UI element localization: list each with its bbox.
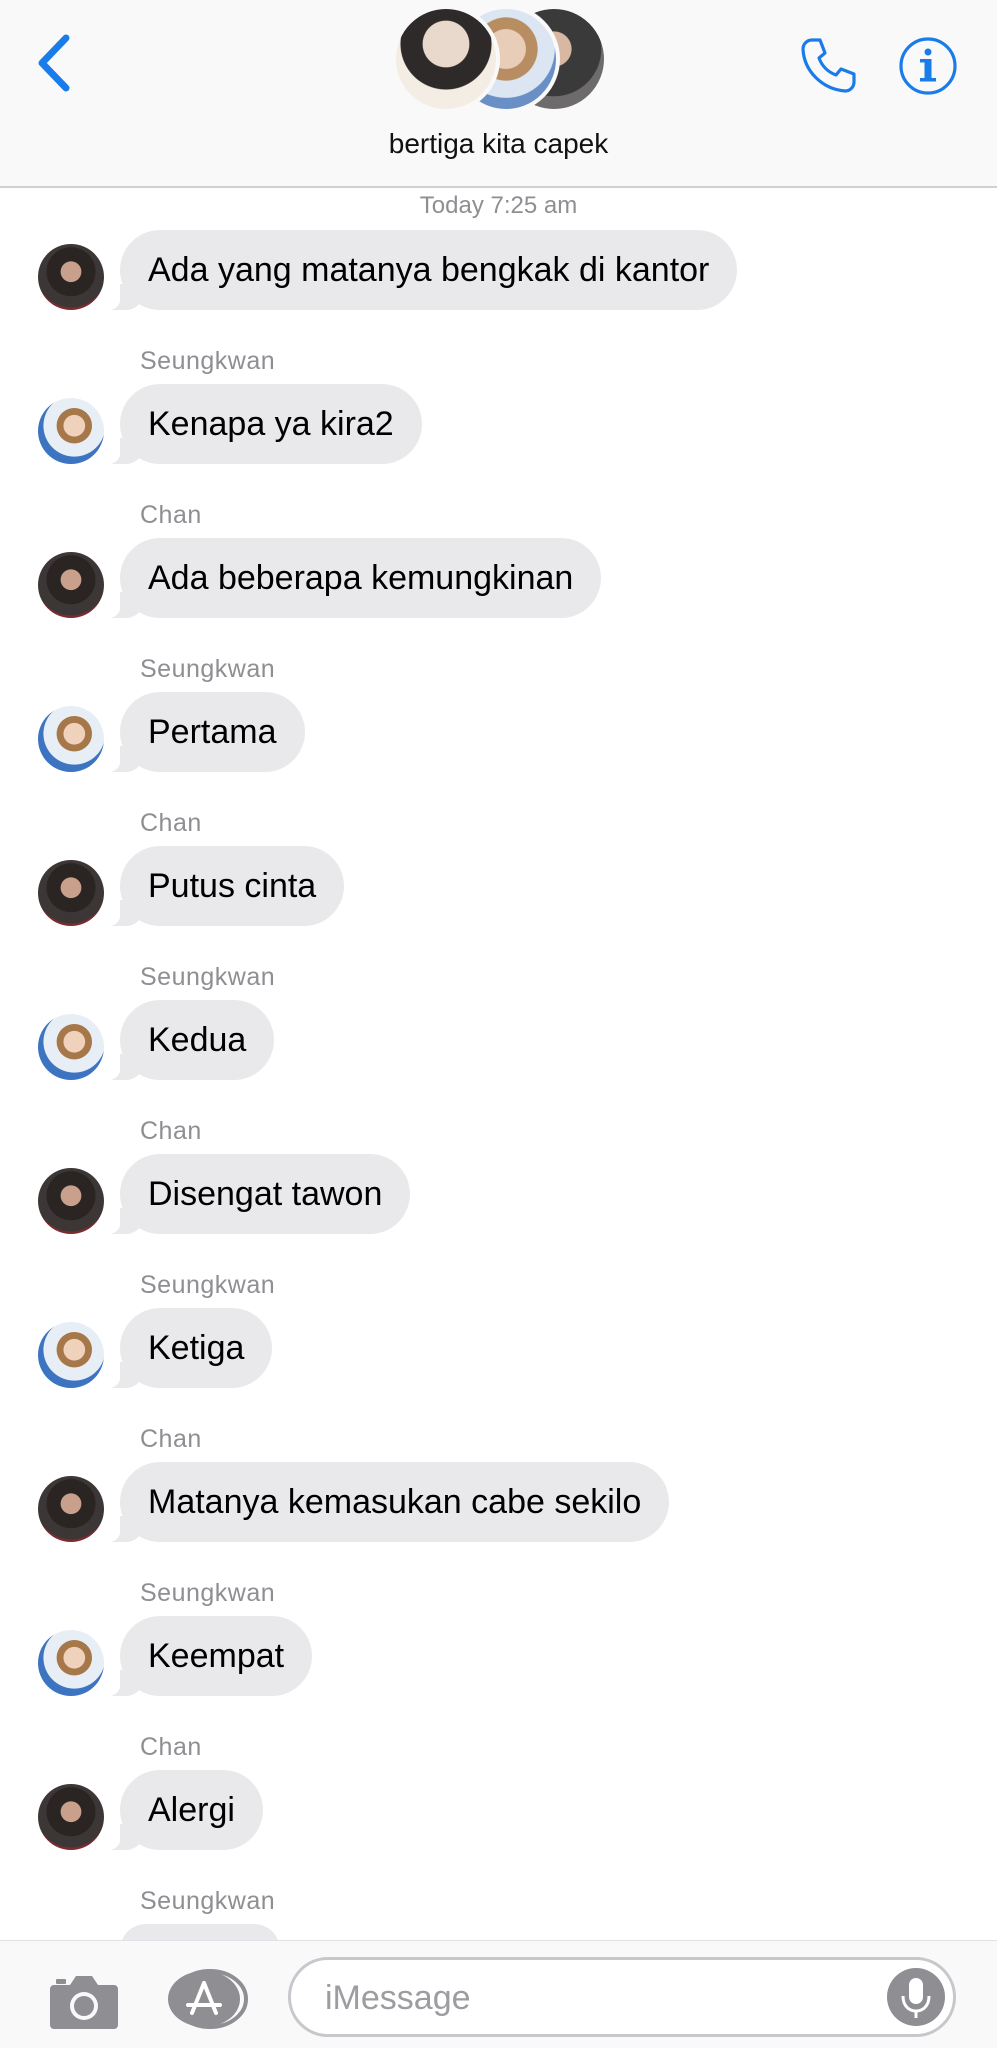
sender-name: Seungkwan (140, 963, 276, 991)
message-bubble[interactable]: Ada beberapa kemungkinan (105, 538, 602, 618)
message-bubble[interactable]: Ada yang matanya bengkak di kantor (105, 230, 738, 310)
message-text: Disengat tawon (148, 1174, 383, 1213)
message-text: Kenapa ya kira2 (148, 404, 394, 443)
message-bubble[interactable]: Disengat tawon (105, 1154, 411, 1234)
message-input-placeholder: iMessage (325, 1979, 471, 2017)
message-text: Pertama (148, 712, 277, 751)
sender-name: Chan (140, 1733, 202, 1761)
message-bubble[interactable] (120, 1924, 280, 1940)
sender-name: Chan (140, 1425, 202, 1453)
message-bubble[interactable]: Ketiga (105, 1308, 273, 1388)
message-row: Kedua (0, 1000, 997, 1080)
sender-avatar[interactable] (38, 1630, 104, 1696)
message-bubble[interactable]: Pertama (106, 692, 305, 772)
message-text: Ada yang matanya bengkak di kantor (148, 250, 710, 289)
microphone-icon (901, 1978, 931, 2018)
dictation-button[interactable] (887, 1968, 945, 2026)
group-avatars[interactable] (392, 5, 608, 115)
message-text: Matanya kemasukan cabe sekilo (148, 1482, 642, 1521)
camera-button[interactable] (48, 1971, 120, 2031)
sender-avatar[interactable] (38, 1322, 104, 1388)
message-row-partial (0, 1924, 997, 1940)
sender-avatar[interactable] (38, 860, 104, 926)
message-row: Matanya kemasukan cabe sekilo (0, 1462, 997, 1542)
app-store-icon (168, 1969, 248, 2029)
message-list: Ada yang matanya bengkak di kantor Seung… (0, 0, 997, 1940)
message-row: Ada yang matanya bengkak di kantor (0, 230, 997, 310)
sender-name: Chan (140, 1117, 202, 1145)
message-bubble[interactable]: Keempat (105, 1616, 313, 1696)
message-text: Keempat (148, 1636, 285, 1675)
message-row: Alergi (0, 1770, 997, 1850)
sender-avatar[interactable] (38, 1168, 104, 1234)
message-bubble[interactable]: Matanya kemasukan cabe sekilo (105, 1462, 670, 1542)
message-bubble[interactable]: Kenapa ya kira2 (106, 384, 422, 464)
sender-avatar[interactable] (38, 398, 104, 464)
camera-icon (50, 1976, 118, 2029)
sender-name: Seungkwan (140, 347, 276, 375)
message-row: Disengat tawon (0, 1154, 997, 1234)
sender-avatar[interactable] (38, 552, 104, 618)
sender-avatar[interactable] (38, 244, 104, 310)
message-text: Kedua (148, 1020, 247, 1059)
sender-avatar[interactable] (38, 1784, 104, 1850)
sender-name: Seungkwan (140, 1887, 276, 1915)
message-row: Pertama (0, 692, 997, 772)
message-bubble[interactable]: Kedua (105, 1000, 275, 1080)
sender-name: Chan (140, 809, 202, 837)
apps-button[interactable] (166, 1969, 250, 2029)
message-bubble[interactable]: Putus cinta (105, 846, 345, 926)
sender-name: Chan (140, 501, 202, 529)
message-row: Putus cinta (0, 846, 997, 926)
message-text: Ada beberapa kemungkinan (148, 558, 574, 597)
message-text: Ketiga (148, 1328, 245, 1367)
sender-avatar[interactable] (38, 1476, 104, 1542)
message-row: Ketiga (0, 1308, 997, 1388)
message-bubble[interactable]: Alergi (106, 1770, 263, 1850)
sender-name: Seungkwan (140, 655, 276, 683)
sender-name: Seungkwan (140, 1579, 276, 1607)
message-row: Kenapa ya kira2 (0, 384, 997, 464)
message-text: Alergi (148, 1790, 235, 1829)
sender-name: Seungkwan (140, 1271, 276, 1299)
message-row: Ada beberapa kemungkinan (0, 538, 997, 618)
message-text: Putus cinta (148, 866, 317, 905)
sender-avatar[interactable] (38, 1014, 104, 1080)
message-input[interactable]: iMessage (288, 1957, 956, 2037)
message-composer: iMessage (0, 1940, 997, 2048)
member-avatar (392, 5, 500, 113)
message-row: Keempat (0, 1616, 997, 1696)
sender-avatar[interactable] (38, 706, 104, 772)
